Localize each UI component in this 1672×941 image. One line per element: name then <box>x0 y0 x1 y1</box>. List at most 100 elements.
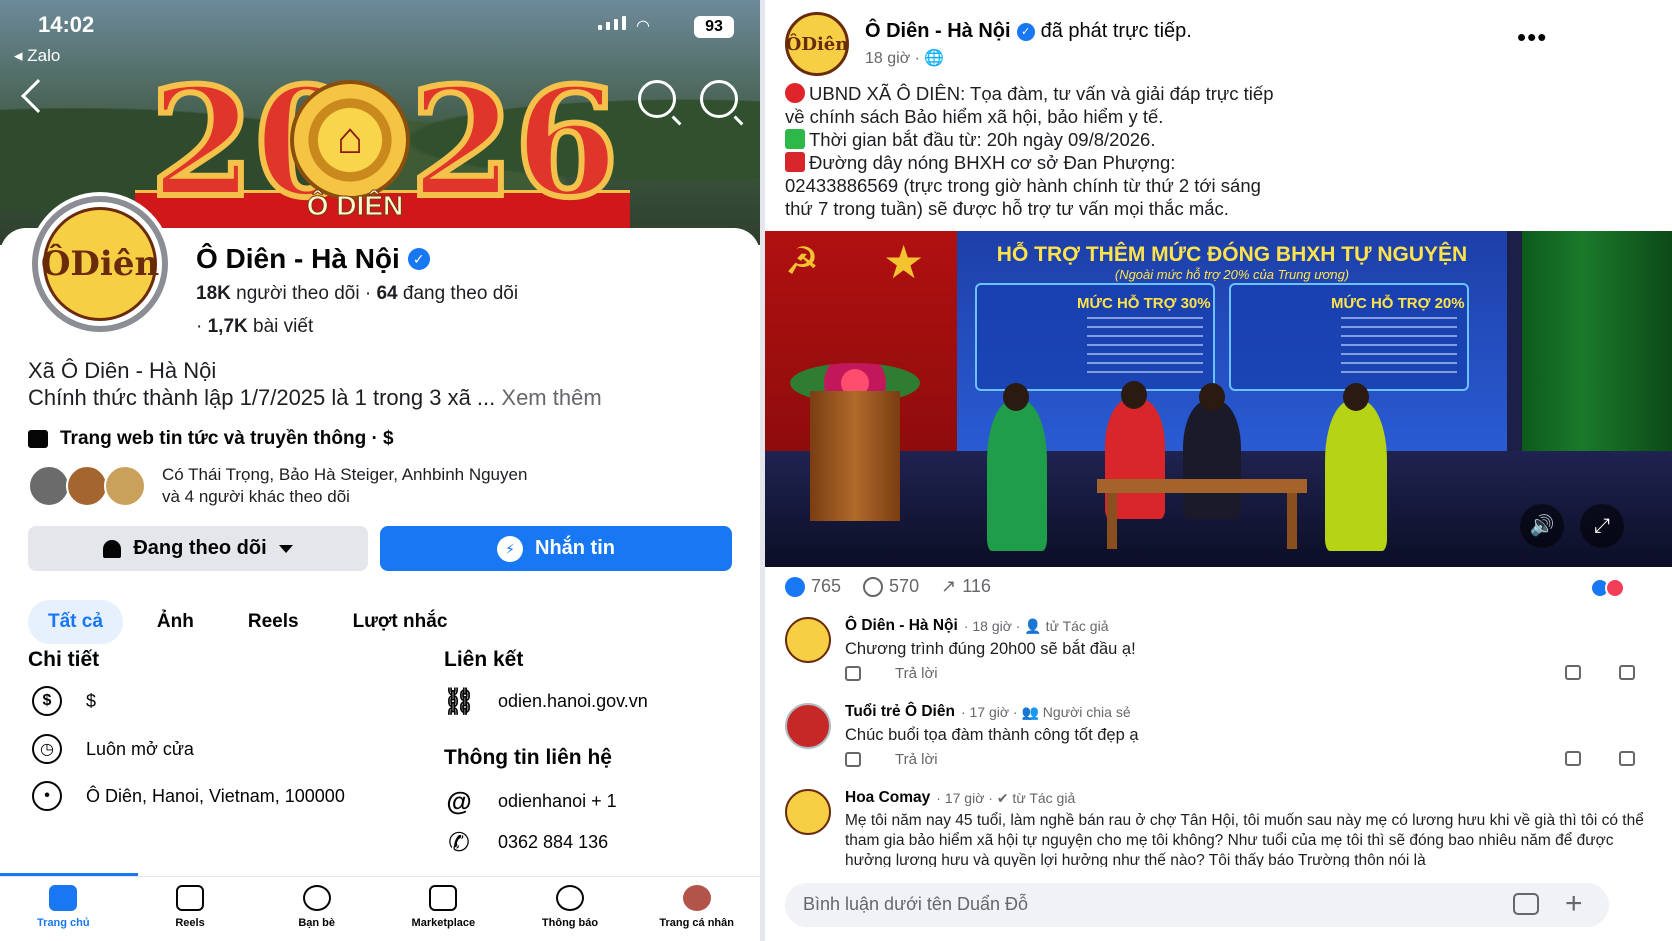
reaction-emojis[interactable] <box>1590 578 1625 598</box>
globe-icon: 🌐 <box>924 50 945 67</box>
commenter-name[interactable]: Ô Diên - Hà Nội <box>845 617 958 635</box>
website-link[interactable]: ⛓ odien.hanoi.gov.vn <box>442 685 648 716</box>
thumbs-up-icon[interactable] <box>1565 665 1581 680</box>
signal-icon <box>598 16 626 30</box>
camera-icon[interactable] <box>1513 893 1539 915</box>
comment: Tuổi trẻ Ô Diên · 17 giờ · 👥 Người chia s… <box>785 703 1655 783</box>
post-count: · 1,7K bài viết <box>196 316 314 337</box>
bell-icon <box>103 539 122 558</box>
nav-friends[interactable]: Bạn bè <box>253 877 380 941</box>
verified-badge-icon: ✓ <box>1016 22 1035 41</box>
detail-price: $ $ <box>32 686 96 716</box>
reply-link[interactable]: Trả lời <box>895 751 938 768</box>
comment: Hoa Comay · 17 giờ · ✔ từ Tác giả Mẹ tôi … <box>785 789 1655 867</box>
marketplace-icon <box>429 885 458 911</box>
speaker-4 <box>1325 401 1387 551</box>
support-box-30: MỨC HỖ TRỢ 30% <box>975 283 1215 391</box>
contact-phone[interactable]: ✆ 0362 884 136 <box>444 827 608 857</box>
commenter-name[interactable]: Hoa Comay <box>845 789 930 807</box>
nav-profile[interactable]: Trang cá nhân <box>633 877 760 941</box>
bio-line-2: Chính thức thành lập 1/7/2025 là 1 trong… <box>28 385 602 410</box>
status-time: 14:02 <box>38 12 95 37</box>
thumbs-up-icon[interactable] <box>1619 665 1635 680</box>
search-icon[interactable] <box>700 80 738 118</box>
bio-line-1: Xã Ô Diên - Hà Nội <box>28 358 217 383</box>
contact-email[interactable]: @ odienhanoi + 1 <box>444 786 616 816</box>
post-time[interactable]: 18 giờ · 🌐 <box>865 48 944 68</box>
commenter-name[interactable]: Tuổi trẻ Ô Diên <box>845 703 955 721</box>
fullscreen-icon[interactable]: ⤢ <box>1580 504 1624 548</box>
star-icon: ★ <box>883 236 925 288</box>
comments-count[interactable]: 570 <box>863 576 919 597</box>
see-more-link[interactable]: Xem thêm <box>501 385 601 410</box>
like-outline-icon[interactable] <box>845 752 861 767</box>
verified-badge-icon: ✓ <box>407 248 430 270</box>
reaction-bar: 765 570 ↗ 116 <box>785 576 991 597</box>
podium <box>810 391 900 521</box>
red-circle-icon <box>785 83 805 103</box>
comment-meta: · 17 giờ · 👥 Người chia sẻ <box>960 703 1131 720</box>
post-author[interactable]: Ô Diên - Hà Nội <box>865 20 1011 43</box>
nav-notifications[interactable]: Thông báo <box>507 877 634 941</box>
post-header: Ô Diên - Hà Nội ✓ đã phát trực tiếp. <box>865 20 1192 43</box>
tab-all[interactable]: Tất cả <box>28 600 123 644</box>
phone-icon: ✆ <box>448 826 470 857</box>
nav-home[interactable]: Trang chủ <box>0 877 127 941</box>
messenger-icon: ⚡ <box>497 535 523 562</box>
search-page-icon[interactable] <box>638 80 676 118</box>
reels-icon <box>176 885 204 911</box>
telephone-icon <box>785 152 805 172</box>
post-author-avatar[interactable]: ÔDiên <box>785 12 849 76</box>
volume-icon[interactable]: 🔊 <box>1520 504 1564 548</box>
odien-logo: ÔDiên <box>41 207 159 321</box>
follow-stats[interactable]: 18K người theo dõi · 64 đang theo dõi <box>196 283 518 305</box>
tab-photos[interactable]: Ảnh <box>137 600 214 644</box>
profile-avatar[interactable]: ÔDiên <box>32 196 168 332</box>
commenter-avatar[interactable] <box>785 617 831 663</box>
mutual-followers[interactable]: Có Thái Trọng, Bảo Hà Steiger, Anhbinh N… <box>28 464 527 508</box>
support-box-20: MỨC HỖ TRỢ 20% <box>1229 283 1469 391</box>
commenter-avatar[interactable] <box>785 789 831 835</box>
battery-indicator: 93 <box>694 16 734 38</box>
mutual-avatar <box>28 465 70 507</box>
detail-address[interactable]: • Ô Diên, Hanoi, Vietnam, 100000 <box>32 781 345 811</box>
thumbs-up-icon[interactable] <box>1619 751 1635 766</box>
post-panel: ÔDiên Ô Diên - Hà Nội ✓ đã phát trực tiế… <box>765 0 1672 941</box>
post-action: đã phát trực tiếp. <box>1040 20 1192 42</box>
screen-title: HỖ TRỢ THÊM MỨC ĐÓNG BHXH TỰ NGUYỆN <box>996 243 1468 266</box>
profile-panel: 20 26 ⌂ Ô DIÊN 14:02 ◂ Zalo ◠ 93 ÔDiên Ô… <box>0 0 760 941</box>
comment-input[interactable]: Bình luận dưới tên Duẩn Đỗ + <box>785 883 1609 927</box>
dollar-icon: $ <box>32 686 62 716</box>
location-pin-icon: • <box>32 781 62 811</box>
nav-reels[interactable]: Reels <box>127 877 254 941</box>
bottom-navigation: Trang chủ Reels Bạn bè Marketplace Thông… <box>0 876 760 941</box>
profile-avatar-icon <box>682 885 711 911</box>
message-button[interactable]: ⚡ Nhắn tin <box>380 526 732 571</box>
shares-count[interactable]: ↗ 116 <box>941 576 991 597</box>
following-button[interactable]: Đang theo dõi <box>28 526 368 571</box>
post-text: UBND XÃ Ô DIÊN: Tọa đàm, tư vấn và giải … <box>785 83 1274 219</box>
comment-meta: · 18 giờ · 👤 tử Tác giả <box>963 617 1109 634</box>
bell-icon <box>556 885 585 911</box>
more-options-icon[interactable]: ••• <box>1517 22 1547 53</box>
tab-mentions[interactable]: Lượt nhắc <box>333 600 468 644</box>
nav-marketplace[interactable]: Marketplace <box>380 877 507 941</box>
check-icon <box>785 129 805 149</box>
back-to-zalo[interactable]: ◂ Zalo <box>14 46 60 66</box>
commenter-avatar[interactable] <box>785 703 831 749</box>
reply-link[interactable]: Trả lời <box>895 665 938 682</box>
like-outline-icon[interactable] <box>845 666 861 681</box>
mutual-line-2: và 4 người khác theo dõi <box>162 487 350 506</box>
plus-icon[interactable]: + <box>1565 887 1583 921</box>
love-reaction-icon <box>1605 578 1625 598</box>
profile-sheet <box>0 228 760 941</box>
detail-hours: ◷ Luôn mở cửa <box>32 734 194 764</box>
likes-count[interactable]: 765 <box>785 576 841 597</box>
thumbs-up-icon[interactable] <box>1565 751 1581 766</box>
cover-year-right: 26 <box>407 55 622 231</box>
tab-reels[interactable]: Reels <box>228 600 319 644</box>
details-heading: Chi tiết <box>28 648 100 671</box>
mutual-line-1: Có Thái Trọng, Bảo Hà Steiger, Anhbinh N… <box>162 465 528 484</box>
comment-text: Mẹ tôi năm nay 45 tuổi, làm nghề bán rau… <box>845 812 1644 867</box>
link-icon: ⛓ <box>442 685 476 716</box>
